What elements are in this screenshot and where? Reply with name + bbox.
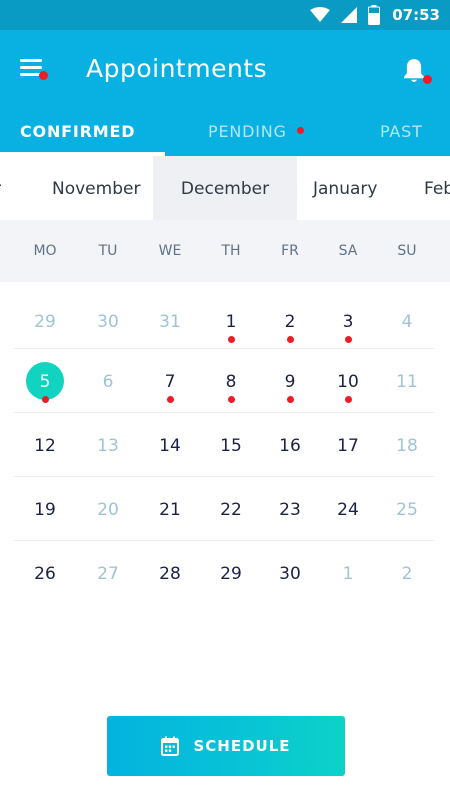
- pending-badge: [296, 127, 304, 134]
- schedule-button[interactable]: SCHEDULE: [107, 716, 345, 776]
- weekday-label: WE: [158, 243, 182, 259]
- calendar-day[interactable]: 18: [385, 436, 429, 456]
- calendar-day[interactable]: 26: [23, 564, 67, 584]
- calendar-day[interactable]: 13: [86, 436, 130, 456]
- calendar-day[interactable]: 20: [86, 500, 130, 520]
- calendar-day[interactable]: 6: [86, 372, 130, 392]
- week-divider: [14, 348, 434, 349]
- calendar-icon: [161, 736, 180, 756]
- calendar-day[interactable]: 24: [326, 500, 370, 520]
- tab-confirmed[interactable]: CONFIRMED: [20, 122, 135, 141]
- calendar-day[interactable]: 31: [148, 312, 192, 332]
- event-dot: [286, 336, 294, 343]
- weekday-label: FR: [281, 243, 299, 259]
- wifi-icon: [310, 7, 331, 23]
- weekday-label: SA: [338, 243, 358, 259]
- calendar-day[interactable]: 1: [209, 312, 253, 332]
- calendar-day[interactable]: 2: [268, 312, 312, 332]
- calendar-day[interactable]: 27: [86, 564, 130, 584]
- calendar-day[interactable]: 8: [209, 372, 253, 392]
- event-dot: [227, 336, 235, 343]
- week-divider: [14, 540, 434, 541]
- event-dot: [344, 336, 352, 343]
- calendar-day[interactable]: 9: [268, 372, 312, 392]
- calendar-day[interactable]: 23: [268, 500, 312, 520]
- weekday-label: SU: [397, 243, 417, 259]
- calendar-day[interactable]: 29: [209, 564, 253, 584]
- calendar-day[interactable]: 4: [385, 312, 429, 332]
- month-scroller[interactable]: r November December January Feb: [0, 156, 450, 220]
- tab-bar: CONFIRMED PENDING PAST: [0, 112, 450, 156]
- calendar-day[interactable]: 5: [23, 372, 67, 392]
- calendar-day[interactable]: 15: [209, 436, 253, 456]
- calendar-day[interactable]: 7: [148, 372, 192, 392]
- event-dot: [286, 396, 294, 403]
- calendar-grid: 29 30 31 1 2 3 4 5 6 7 8 9 10 11 12 13 14 15 16 17 18 19 20 21 2…: [0, 282, 450, 622]
- weekday-header: MO TU WE TH FR SA SU: [0, 220, 450, 282]
- menu-button[interactable]: [18, 56, 48, 82]
- tab-pending-label: PENDING: [208, 122, 287, 141]
- calendar-day[interactable]: 11: [385, 372, 429, 392]
- tab-pending[interactable]: PENDING: [208, 122, 304, 141]
- month-item-october[interactable]: r: [0, 156, 18, 220]
- calendar-day[interactable]: 1: [326, 564, 370, 584]
- week-divider: [14, 412, 434, 413]
- cell-signal-icon: [340, 6, 358, 24]
- calendar-day[interactable]: 25: [385, 500, 429, 520]
- calendar-day[interactable]: 2: [385, 564, 429, 584]
- battery-icon: [368, 5, 381, 25]
- menu-badge: [39, 71, 48, 80]
- notifications-button[interactable]: [399, 56, 435, 90]
- week-divider: [14, 476, 434, 477]
- calendar-day[interactable]: 29: [23, 312, 67, 332]
- status-bar: 07:53: [0, 0, 450, 30]
- weekday-label: MO: [33, 243, 57, 259]
- calendar-day[interactable]: 21: [148, 500, 192, 520]
- weekday-label: TU: [98, 243, 118, 259]
- event-dot: [166, 396, 174, 403]
- page-title: Appointments: [86, 54, 268, 83]
- month-item-january[interactable]: January: [313, 156, 377, 220]
- event-dot: [41, 396, 49, 403]
- tab-past[interactable]: PAST: [380, 122, 423, 141]
- month-item-december[interactable]: December: [153, 156, 297, 220]
- calendar-day[interactable]: 16: [268, 436, 312, 456]
- event-dot: [227, 396, 235, 403]
- calendar-day[interactable]: 30: [268, 564, 312, 584]
- weekday-label: TH: [221, 243, 241, 259]
- calendar-day[interactable]: 10: [326, 372, 370, 392]
- calendar-day[interactable]: 28: [148, 564, 192, 584]
- calendar-day[interactable]: 3: [326, 312, 370, 332]
- month-item-november[interactable]: November: [52, 156, 140, 220]
- month-item-february[interactable]: Feb: [424, 156, 450, 220]
- app-bar: Appointments CONFIRMED PENDING PAST: [0, 30, 450, 156]
- calendar-day[interactable]: 14: [148, 436, 192, 456]
- bell-badge: [423, 75, 432, 84]
- calendar-day[interactable]: 17: [326, 436, 370, 456]
- schedule-button-label: SCHEDULE: [193, 737, 291, 755]
- calendar-day[interactable]: 30: [86, 312, 130, 332]
- calendar-day[interactable]: 19: [23, 500, 67, 520]
- calendar-day[interactable]: 22: [209, 500, 253, 520]
- calendar-day[interactable]: 12: [23, 436, 67, 456]
- event-dot: [344, 396, 352, 403]
- status-time: 07:53: [392, 6, 440, 24]
